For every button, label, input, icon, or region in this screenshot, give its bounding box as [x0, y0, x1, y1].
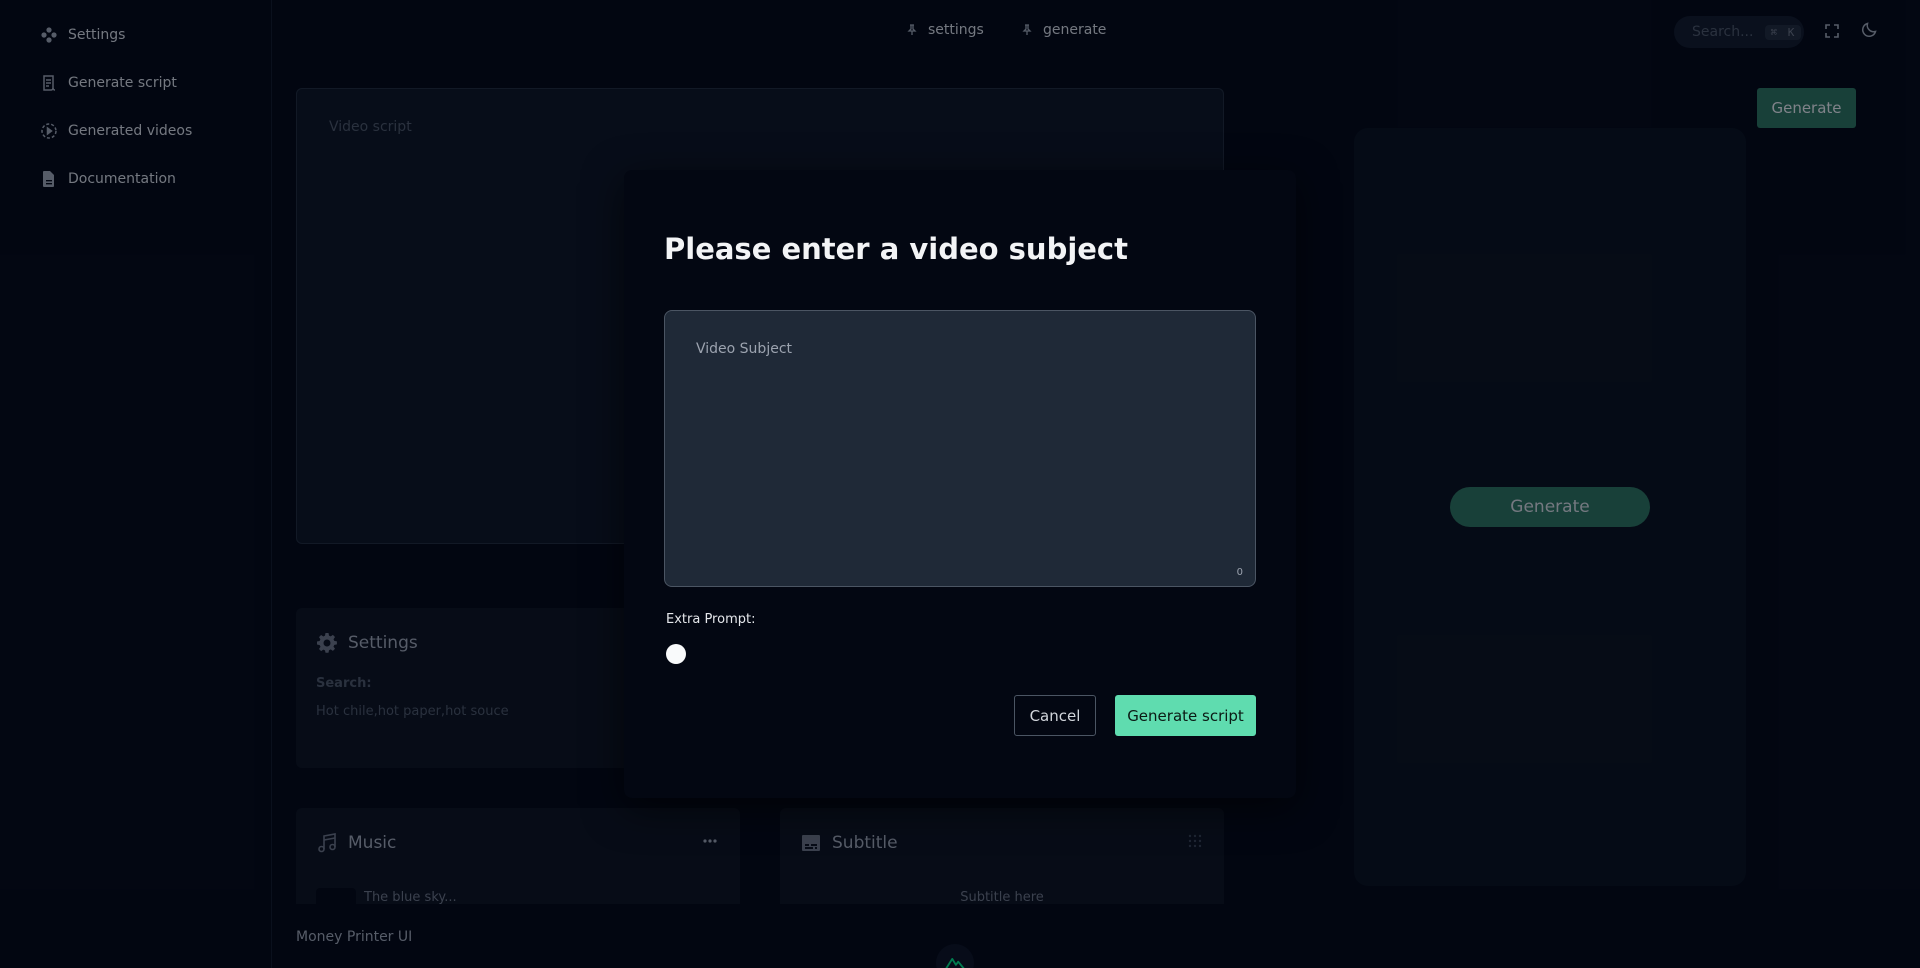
video-subject-placeholder: Video Subject: [696, 341, 793, 357]
cancel-button[interactable]: Cancel: [1014, 695, 1096, 736]
video-subject-modal: Please enter a video subject Video Subje…: [624, 170, 1296, 798]
character-counter: 0: [1236, 567, 1243, 578]
extra-prompt-label: Extra Prompt:: [666, 612, 756, 627]
modal-title: Please enter a video subject: [664, 232, 1128, 266]
extra-prompt-toggle[interactable]: [666, 644, 686, 664]
generate-script-button[interactable]: Generate script: [1115, 695, 1256, 736]
video-subject-textarea[interactable]: Video Subject 0: [664, 310, 1256, 587]
